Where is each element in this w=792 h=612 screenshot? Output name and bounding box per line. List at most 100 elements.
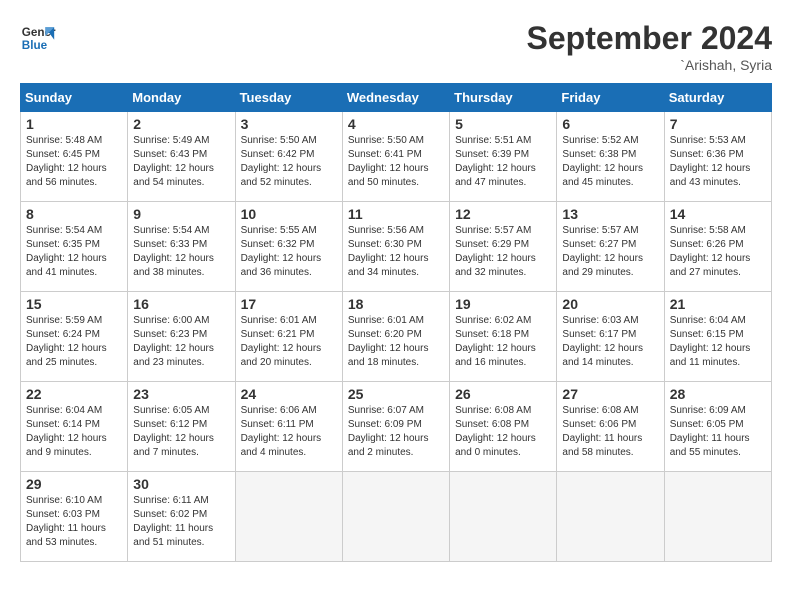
day-info: Sunrise: 5:50 AM Sunset: 6:41 PM Dayligh… (348, 134, 444, 190)
day-info: Sunrise: 6:02 AM Sunset: 6:18 PM Dayligh… (455, 314, 551, 370)
day-number: 1 (26, 116, 122, 132)
day-number: 20 (562, 296, 658, 312)
day-header-friday: Friday (557, 84, 664, 112)
location: `Arishah, Syria (527, 57, 772, 73)
day-info: Sunrise: 5:58 AM Sunset: 6:26 PM Dayligh… (670, 224, 766, 280)
day-number: 18 (348, 296, 444, 312)
day-number: 26 (455, 386, 551, 402)
calendar-week-1: 1 Sunrise: 5:48 AM Sunset: 6:45 PM Daylig… (21, 112, 772, 202)
calendar-cell: 20 Sunrise: 6:03 AM Sunset: 6:17 PM Dayli… (557, 292, 664, 382)
logo: General Blue (20, 20, 56, 56)
day-info: Sunrise: 5:50 AM Sunset: 6:42 PM Dayligh… (241, 134, 337, 190)
day-number: 17 (241, 296, 337, 312)
calendar-cell: 25Sunrise: 6:07 AM Sunset: 6:09 PM Dayli… (342, 382, 449, 472)
calendar-cell: 23 Sunrise: 6:05 AM Sunset: 6:12 PM Dayli… (128, 382, 235, 472)
day-info: Sunrise: 6:05 AM Sunset: 6:12 PM Dayligh… (133, 404, 229, 460)
calendar-cell: 9 Sunrise: 5:54 AM Sunset: 6:33 PM Daylig… (128, 202, 235, 292)
calendar-cell (664, 472, 771, 562)
day-number: 25 (348, 386, 444, 402)
day-info: Sunrise: 6:04 AM Sunset: 6:15 PM Dayligh… (670, 314, 766, 370)
month-title: September 2024 (527, 20, 772, 57)
day-info: Sunrise: 5:57 AM Sunset: 6:29 PM Dayligh… (455, 224, 551, 280)
calendar-body: 1 Sunrise: 5:48 AM Sunset: 6:45 PM Daylig… (21, 112, 772, 562)
day-number: 12 (455, 206, 551, 222)
day-info: Sunrise: 6:06 AM Sunset: 6:11 PM Dayligh… (241, 404, 337, 460)
calendar-cell: 29Sunrise: 6:10 AM Sunset: 6:03 PM Dayli… (21, 472, 128, 562)
day-info: Sunrise: 5:54 AM Sunset: 6:33 PM Dayligh… (133, 224, 229, 280)
day-number: 16 (133, 296, 229, 312)
day-number: 4 (348, 116, 444, 132)
day-info: Sunrise: 5:55 AM Sunset: 6:32 PM Dayligh… (241, 224, 337, 280)
calendar-week-5: 29Sunrise: 6:10 AM Sunset: 6:03 PM Dayli… (21, 472, 772, 562)
day-info: Sunrise: 6:04 AM Sunset: 6:14 PM Dayligh… (26, 404, 122, 460)
calendar-cell: 2 Sunrise: 5:49 AM Sunset: 6:43 PM Daylig… (128, 112, 235, 202)
day-info: Sunrise: 5:56 AM Sunset: 6:30 PM Dayligh… (348, 224, 444, 280)
day-info: Sunrise: 6:01 AM Sunset: 6:21 PM Dayligh… (241, 314, 337, 370)
calendar-cell: 26 Sunrise: 6:08 AM Sunset: 6:08 PM Dayli… (450, 382, 557, 472)
calendar-cell (450, 472, 557, 562)
day-number: 2 (133, 116, 229, 132)
day-number: 28 (670, 386, 766, 402)
day-number: 13 (562, 206, 658, 222)
day-number: 14 (670, 206, 766, 222)
calendar-cell: 10 Sunrise: 5:55 AM Sunset: 6:32 PM Dayli… (235, 202, 342, 292)
day-number: 5 (455, 116, 551, 132)
title-area: September 2024 `Arishah, Syria (527, 20, 772, 73)
day-info: Sunrise: 6:00 AM Sunset: 6:23 PM Dayligh… (133, 314, 229, 370)
day-info: Sunrise: 5:52 AM Sunset: 6:38 PM Dayligh… (562, 134, 658, 190)
day-number: 19 (455, 296, 551, 312)
calendar-cell: 12 Sunrise: 5:57 AM Sunset: 6:29 PM Dayli… (450, 202, 557, 292)
calendar-cell: 22 Sunrise: 6:04 AM Sunset: 6:14 PM Dayli… (21, 382, 128, 472)
day-info: Sunrise: 5:51 AM Sunset: 6:39 PM Dayligh… (455, 134, 551, 190)
calendar-cell: 15 Sunrise: 5:59 AM Sunset: 6:24 PM Dayli… (21, 292, 128, 382)
day-info: Sunrise: 6:08 AM Sunset: 6:08 PM Dayligh… (455, 404, 551, 460)
day-info: Sunrise: 5:59 AM Sunset: 6:24 PM Dayligh… (26, 314, 122, 370)
day-info: Sunrise: 6:10 AM Sunset: 6:03 PM Dayligh… (26, 494, 122, 550)
calendar-cell (342, 472, 449, 562)
day-info: Sunrise: 5:48 AM Sunset: 6:45 PM Dayligh… (26, 134, 122, 190)
day-header-thursday: Thursday (450, 84, 557, 112)
calendar-cell (235, 472, 342, 562)
logo-icon: General Blue (20, 20, 56, 56)
day-number: 21 (670, 296, 766, 312)
day-info: Sunrise: 5:53 AM Sunset: 6:36 PM Dayligh… (670, 134, 766, 190)
calendar-cell: 24Sunrise: 6:06 AM Sunset: 6:11 PM Dayli… (235, 382, 342, 472)
day-header-wednesday: Wednesday (342, 84, 449, 112)
day-header-sunday: Sunday (21, 84, 128, 112)
calendar-cell: 3 Sunrise: 5:50 AM Sunset: 6:42 PM Daylig… (235, 112, 342, 202)
calendar-cell: 1 Sunrise: 5:48 AM Sunset: 6:45 PM Daylig… (21, 112, 128, 202)
day-header-tuesday: Tuesday (235, 84, 342, 112)
calendar-table: SundayMondayTuesdayWednesdayThursdayFrid… (20, 83, 772, 562)
calendar-cell: 5 Sunrise: 5:51 AM Sunset: 6:39 PM Daylig… (450, 112, 557, 202)
day-number: 3 (241, 116, 337, 132)
calendar-cell (557, 472, 664, 562)
day-number: 15 (26, 296, 122, 312)
day-info: Sunrise: 5:57 AM Sunset: 6:27 PM Dayligh… (562, 224, 658, 280)
calendar-week-2: 8Sunrise: 5:54 AM Sunset: 6:35 PM Daylig… (21, 202, 772, 292)
calendar-cell: 27Sunrise: 6:08 AM Sunset: 6:06 PM Dayli… (557, 382, 664, 472)
calendar-cell: 18 Sunrise: 6:01 AM Sunset: 6:20 PM Dayli… (342, 292, 449, 382)
calendar-cell: 19 Sunrise: 6:02 AM Sunset: 6:18 PM Dayli… (450, 292, 557, 382)
day-number: 27 (562, 386, 658, 402)
day-number: 22 (26, 386, 122, 402)
calendar-header-row: SundayMondayTuesdayWednesdayThursdayFrid… (21, 84, 772, 112)
day-number: 9 (133, 206, 229, 222)
calendar-cell: 11Sunrise: 5:56 AM Sunset: 6:30 PM Dayli… (342, 202, 449, 292)
day-info: Sunrise: 5:49 AM Sunset: 6:43 PM Dayligh… (133, 134, 229, 190)
calendar-cell: 6Sunrise: 5:52 AM Sunset: 6:38 PM Daylig… (557, 112, 664, 202)
calendar-cell: 21 Sunrise: 6:04 AM Sunset: 6:15 PM Dayli… (664, 292, 771, 382)
calendar-cell: 7Sunrise: 5:53 AM Sunset: 6:36 PM Daylig… (664, 112, 771, 202)
day-info: Sunrise: 6:01 AM Sunset: 6:20 PM Dayligh… (348, 314, 444, 370)
calendar-cell: 28Sunrise: 6:09 AM Sunset: 6:05 PM Dayli… (664, 382, 771, 472)
day-info: Sunrise: 6:11 AM Sunset: 6:02 PM Dayligh… (133, 494, 229, 550)
calendar-cell: 14 Sunrise: 5:58 AM Sunset: 6:26 PM Dayli… (664, 202, 771, 292)
svg-text:Blue: Blue (22, 39, 48, 52)
calendar-cell: 17 Sunrise: 6:01 AM Sunset: 6:21 PM Dayli… (235, 292, 342, 382)
day-info: Sunrise: 6:03 AM Sunset: 6:17 PM Dayligh… (562, 314, 658, 370)
day-number: 30 (133, 476, 229, 492)
day-number: 23 (133, 386, 229, 402)
day-header-monday: Monday (128, 84, 235, 112)
calendar-week-4: 22 Sunrise: 6:04 AM Sunset: 6:14 PM Dayli… (21, 382, 772, 472)
day-number: 10 (241, 206, 337, 222)
calendar-cell: 4 Sunrise: 5:50 AM Sunset: 6:41 PM Daylig… (342, 112, 449, 202)
